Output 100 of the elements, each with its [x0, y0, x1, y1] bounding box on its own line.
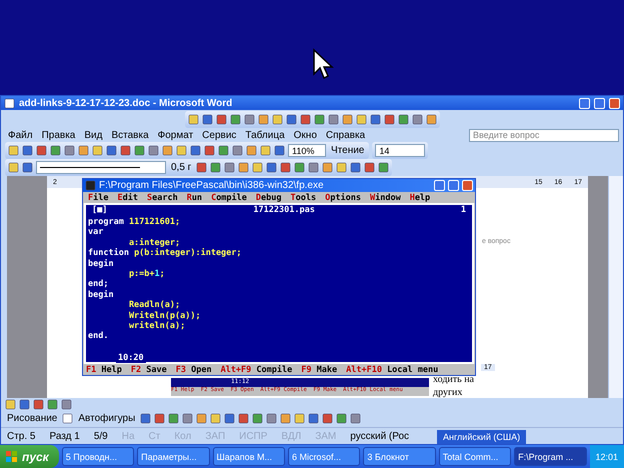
toolbar-icon[interactable]: [224, 162, 236, 173]
menu-item[interactable]: Таблица: [242, 130, 288, 140]
vertical-scrollbar[interactable]: [608, 176, 623, 398]
toolbar-icon[interactable]: [260, 145, 271, 156]
toolbar-icon[interactable]: [232, 145, 243, 156]
toolbar-icon[interactable]: [224, 413, 236, 424]
toolbar-icon[interactable]: [280, 413, 292, 424]
maximize-button[interactable]: [594, 98, 605, 108]
toolbar-icon[interactable]: [106, 145, 117, 156]
toolbar-icon[interactable]: [294, 162, 306, 173]
toolbar-icon[interactable]: [196, 413, 208, 424]
toolbar-icon[interactable]: [5, 398, 16, 410]
reading-button[interactable]: Чтение: [329, 145, 366, 156]
minimize-button[interactable]: [579, 98, 590, 108]
toolbar-icon[interactable]: [202, 114, 212, 124]
toolbar-icon[interactable]: [336, 413, 348, 424]
menu-item[interactable]: Window: [370, 192, 401, 202]
toolbar-icon[interactable]: [140, 413, 152, 424]
toolbar-icon[interactable]: [230, 114, 240, 124]
toolbar-icon[interactable]: [364, 162, 376, 173]
toolbar-icon[interactable]: [148, 145, 159, 156]
toolbar-icon[interactable]: [308, 413, 320, 424]
toolbar-icon[interactable]: [61, 398, 72, 410]
menu-item[interactable]: Вид: [81, 130, 106, 140]
menu-item[interactable]: Compile: [211, 192, 247, 202]
menu-item[interactable]: Окно: [290, 130, 320, 140]
toolbar-icon[interactable]: [162, 145, 173, 156]
toolbar-icon[interactable]: [370, 114, 380, 124]
toolbar-icon[interactable]: [134, 145, 145, 156]
toolbar-icon[interactable]: [196, 162, 208, 173]
menu-item[interactable]: Debug: [256, 192, 282, 202]
taskbar-button[interactable]: 6 Microsof...: [288, 447, 360, 466]
toolbar-icon[interactable]: [246, 145, 257, 156]
toolbar-icon[interactable]: [50, 145, 61, 156]
menu-item[interactable]: File: [88, 192, 108, 202]
toolbar-icon[interactable]: [252, 413, 264, 424]
toolbar-icon[interactable]: [384, 114, 394, 124]
shortcut-hint[interactable]: F9 Make: [301, 364, 338, 374]
taskbar-button[interactable]: 3 Блокнот: [363, 447, 436, 466]
toolbar-icon[interactable]: [22, 145, 33, 156]
toolbar-icon[interactable]: [342, 114, 352, 124]
toolbar-icon[interactable]: [322, 162, 334, 173]
shortcut-hint[interactable]: Alt+F10 Local menu: [346, 364, 438, 374]
line-width-field[interactable]: 0,5 г: [169, 162, 194, 173]
toolbar-icon[interactable]: [190, 145, 201, 156]
toolbar-icon[interactable]: [204, 145, 215, 156]
toolbar-icon[interactable]: [8, 162, 19, 173]
toolbar-icon[interactable]: [64, 145, 75, 156]
toolbar-icon[interactable]: [252, 162, 264, 173]
start-button[interactable]: пуск: [0, 445, 59, 468]
toolbar-icon[interactable]: [210, 162, 222, 173]
toolbar-icon[interactable]: [258, 114, 268, 124]
toolbar-icon[interactable]: [308, 162, 320, 173]
menu-item[interactable]: Options: [325, 192, 361, 202]
menu-item[interactable]: Справка: [322, 130, 368, 140]
toolbar-icon[interactable]: [182, 413, 194, 424]
toolbar-icon[interactable]: [120, 145, 131, 156]
menu-item[interactable]: Вставка: [108, 130, 152, 140]
toolbar-icon[interactable]: [238, 413, 250, 424]
autoshapes-menu-button[interactable]: Автофигуры: [76, 413, 138, 424]
close-button[interactable]: [609, 98, 620, 108]
toolbar-icon[interactable]: [238, 162, 250, 173]
toolbar-icon[interactable]: [336, 162, 348, 173]
toolbar-icon[interactable]: [412, 114, 422, 124]
menu-item[interactable]: Правка: [38, 130, 78, 140]
toolbar-icon[interactable]: [294, 413, 306, 424]
toolbar-icon[interactable]: [266, 413, 278, 424]
toolbar-icon[interactable]: [216, 114, 226, 124]
shortcut-hint[interactable]: F3 Open: [176, 364, 212, 374]
close-button[interactable]: [462, 180, 473, 191]
toolbar-icon[interactable]: [218, 145, 229, 156]
menu-item[interactable]: Формат: [154, 130, 196, 140]
font-size-field[interactable]: 14: [375, 144, 426, 157]
menu-item[interactable]: Edit: [117, 192, 138, 202]
toolbar-icon[interactable]: [47, 398, 58, 410]
toolbar-icon[interactable]: [168, 413, 180, 424]
taskbar-button[interactable]: Шарапов М...: [212, 447, 285, 466]
line-style-field[interactable]: [36, 161, 166, 174]
toolbar-icon[interactable]: [300, 114, 310, 124]
taskbar-button[interactable]: Параметры...: [137, 447, 210, 466]
toolbar-icon[interactable]: [22, 162, 33, 173]
toolbar-icon[interactable]: [398, 114, 408, 124]
toolbar-icon[interactable]: [286, 114, 296, 124]
toolbar-icon[interactable]: [78, 145, 89, 156]
minimize-button[interactable]: [434, 180, 445, 191]
menu-item[interactable]: Сервис: [199, 130, 240, 140]
taskbar-button[interactable]: Total Comm...: [438, 447, 512, 466]
maximize-button[interactable]: [448, 180, 459, 191]
toolbar-icon[interactable]: [92, 145, 103, 156]
toolbar-icon[interactable]: [36, 145, 47, 156]
toolbar-icon[interactable]: [350, 162, 362, 173]
language-menu[interactable]: Английский (США): [437, 430, 526, 444]
menu-item[interactable]: Run: [186, 192, 202, 202]
taskbar-button[interactable]: 5 Проводн...: [62, 447, 134, 466]
toolbar-icon[interactable]: [266, 162, 278, 173]
toolbar-icon[interactable]: [210, 413, 222, 424]
shortcut-hint[interactable]: F2 Save: [130, 364, 167, 374]
toolbar-icon[interactable]: [356, 114, 366, 124]
menu-item[interactable]: Tools: [290, 192, 316, 202]
toolbar-icon[interactable]: [314, 114, 324, 124]
